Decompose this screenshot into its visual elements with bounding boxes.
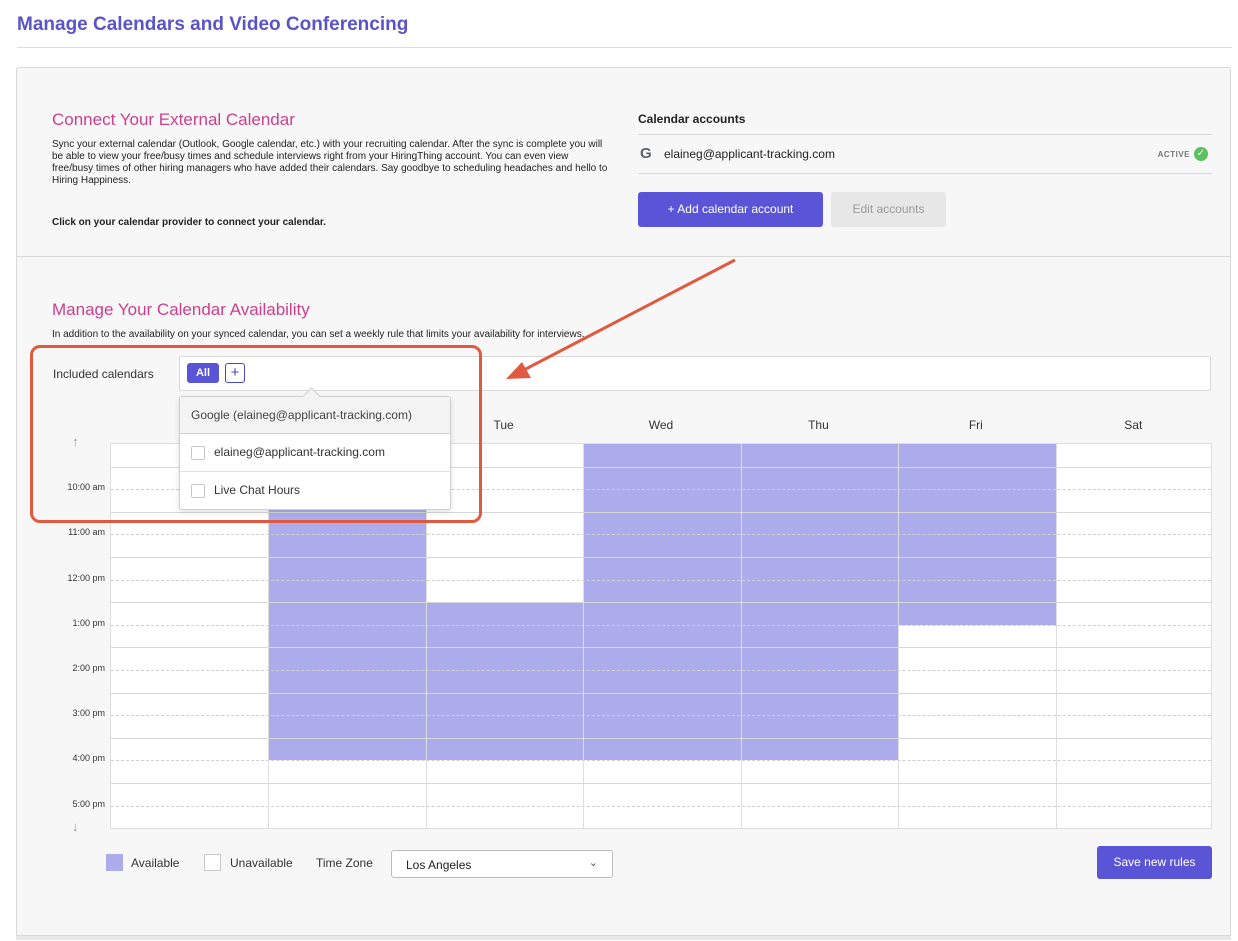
bottom-divider (16, 936, 1231, 940)
annotation-arrow (506, 258, 736, 379)
